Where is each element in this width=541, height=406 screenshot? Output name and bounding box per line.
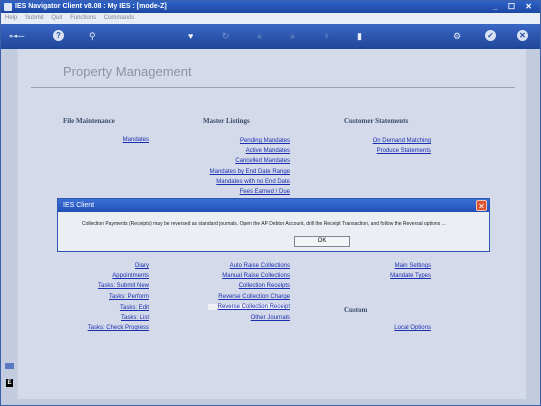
- tasks-submit-new-link[interactable]: Tasks: Submit New: [98, 283, 149, 289]
- file-maintenance-heading: File Maintenance: [63, 117, 115, 125]
- dialog-title-bar: IES Client ✕: [58, 199, 489, 212]
- active-mandates-link[interactable]: Active Mandates: [246, 148, 290, 154]
- window-title: IES Navigator Client v8.08 : My IES : [m…: [15, 3, 167, 10]
- manual-raise-collections-link[interactable]: Manual Raise Collections: [222, 273, 290, 279]
- left-panel: [1, 49, 17, 399]
- auto-raise-collections-link[interactable]: Auto Raise Collections: [230, 263, 290, 269]
- tasks-list-link[interactable]: Tasks: List: [121, 315, 149, 321]
- reverse-collection-receipt-link[interactable]: Reverse Collection Receipt: [207, 304, 290, 310]
- back-icon[interactable]: «: [257, 30, 262, 42]
- message-dialog: IES Client ✕ Collection Payments (Receip…: [57, 198, 490, 252]
- tasks-perform-link[interactable]: Tasks: Perform: [109, 294, 149, 300]
- check-icon[interactable]: ✓: [485, 30, 496, 41]
- close-icon[interactable]: ✕: [517, 30, 528, 41]
- title-bar: IES Navigator Client v8.08 : My IES : [m…: [1, 1, 540, 13]
- produce-statements-link[interactable]: Produce Statements: [377, 148, 431, 154]
- tasks-check-progress-link[interactable]: Tasks: Check Progress: [88, 325, 149, 331]
- custom-heading: Custom: [344, 306, 368, 314]
- app-window: IES Navigator Client v8.08 : My IES : [m…: [0, 0, 541, 406]
- refresh-icon[interactable]: ↻: [222, 30, 230, 42]
- help-icon[interactable]: ?: [53, 30, 64, 41]
- mandates-by-end-date-link[interactable]: Mandates by End Date Range: [210, 169, 290, 175]
- toolbar: ⊶─ ? ⚲ ♥ ↻ « » ♆ ▮ ⚙ ✓ ✕: [1, 24, 540, 49]
- tree-icon[interactable]: ♆: [323, 30, 330, 42]
- reverse-collection-charge-link[interactable]: Reverse Collection Charge: [218, 294, 290, 300]
- menu-functions[interactable]: Functions: [70, 15, 96, 21]
- dialog-close-icon[interactable]: ✕: [476, 200, 487, 211]
- window-controls[interactable]: _ ☐ ✕: [493, 1, 536, 13]
- cancelled-mandates-link[interactable]: Cancelled Mandates: [235, 158, 290, 164]
- dialog-message: Collection Payments (Receipts) may be re…: [82, 221, 446, 227]
- on-demand-matching-link[interactable]: On Demand Matching: [373, 138, 431, 144]
- main-settings-link[interactable]: Main Settings: [395, 263, 431, 269]
- search-icon[interactable]: ⚲: [89, 30, 96, 42]
- menu-commands[interactable]: Commands: [104, 15, 135, 21]
- diary-link[interactable]: Diary: [135, 263, 149, 269]
- ok-button[interactable]: OK: [294, 236, 350, 247]
- fees-earned-link[interactable]: Fees Earned / Due: [240, 189, 290, 195]
- customer-statements-heading: Customer Statements: [344, 117, 409, 125]
- local-options-link[interactable]: Local Options: [394, 325, 431, 331]
- menu-submit[interactable]: Submit: [25, 15, 44, 21]
- mandate-types-link[interactable]: Mandate Types: [390, 273, 431, 279]
- page-title: Property Management: [63, 64, 192, 79]
- forward-icon[interactable]: »: [290, 30, 295, 42]
- master-listings-heading: Master Listings: [203, 117, 250, 125]
- heart-icon[interactable]: ♥: [188, 30, 193, 42]
- tools-icon[interactable]: ⚙: [453, 30, 461, 42]
- side-e-icon[interactable]: E: [6, 379, 13, 387]
- other-journals-link[interactable]: Other Journals: [251, 315, 290, 321]
- mandates-link[interactable]: Mandates: [123, 137, 149, 143]
- menu-bar: Help Submit Quit Functions Commands: [1, 13, 540, 24]
- right-panel: [526, 49, 540, 399]
- mandates-no-end-date-link[interactable]: Mandates with no End Date: [216, 179, 290, 185]
- menu-quit[interactable]: Quit: [51, 15, 62, 21]
- dialog-title: IES Client: [63, 202, 95, 209]
- tasks-edit-link[interactable]: Tasks: Edit: [120, 305, 149, 311]
- menu-help[interactable]: Help: [5, 15, 17, 21]
- appointments-link[interactable]: Appointments: [112, 273, 149, 279]
- pending-mandates-link[interactable]: Pending Mandates: [240, 138, 290, 144]
- collection-receipts-link[interactable]: Collection Receipts: [239, 283, 290, 289]
- side-indicator: [5, 363, 14, 369]
- status-bar: [1, 399, 540, 405]
- title-divider: [31, 87, 515, 88]
- app-icon: [4, 3, 12, 11]
- key-icon[interactable]: ⊶─: [9, 30, 24, 42]
- copy-icon[interactable]: ▮: [357, 30, 362, 42]
